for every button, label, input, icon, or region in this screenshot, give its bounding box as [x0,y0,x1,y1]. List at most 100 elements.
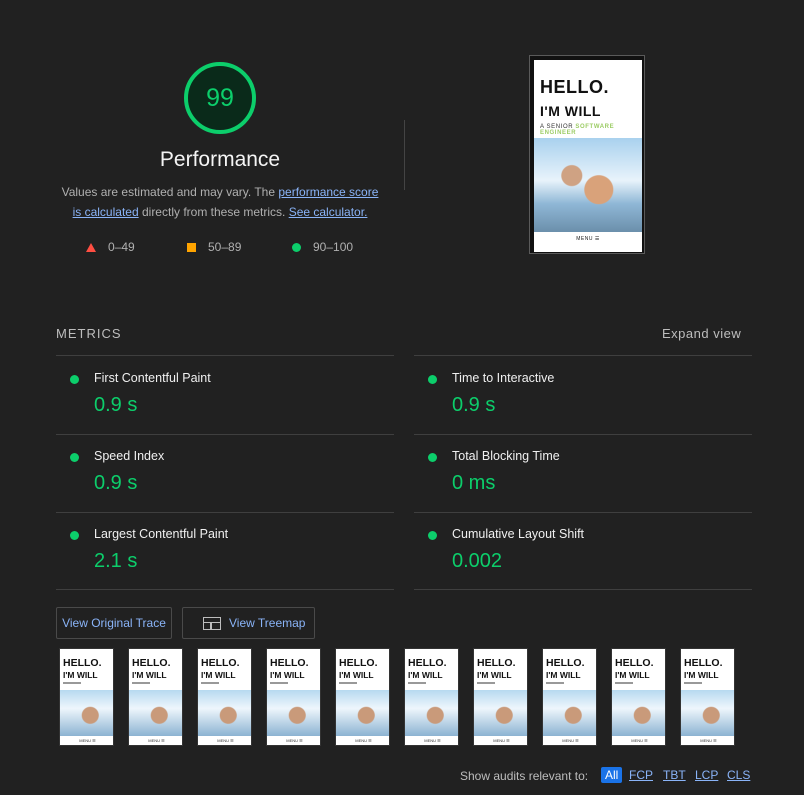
filter-chip-fcp[interactable]: FCP [629,768,653,782]
frame-photo [267,690,320,736]
frame-photo [681,690,734,736]
pass-icon [428,531,437,540]
legend-average: 50–89 [187,240,241,254]
filter-chip-all[interactable]: All [601,767,623,783]
metric-value: 0.9 s [452,394,496,416]
metric-value: 2.1 s [94,550,138,572]
legend-pass-range: 90–100 [313,240,354,254]
performance-title: Performance [159,148,281,171]
metric-speed-index: Speed Index 0.9 s [56,434,386,512]
frame-photo [198,690,251,736]
view-treemap-button[interactable]: View Treemap [182,607,315,639]
frame-photo [474,690,527,736]
frame-tagline [684,682,702,684]
frame-tagline [546,682,564,684]
frame-heading: HELLO. [477,657,516,669]
legend-fail: 0–49 [86,240,135,254]
metric-cls: Cumulative Layout Shift 0.002 [414,512,744,590]
frame-menu: MENU ☰ [631,738,648,743]
metric-tbt: Total Blocking Time 0 ms [414,434,744,512]
filmstrip-frame: HELLO. I'M WILL MENU ☰ [473,648,528,746]
circle-icon [292,242,301,252]
filmstrip-frame: HELLO. I'M WILL MENU ☰ [542,648,597,746]
frame-heading: HELLO. [339,657,378,669]
frame-photo [129,690,182,736]
frame-tagline [477,682,495,684]
frame-subheading: I'M WILL [201,670,236,680]
metric-lcp: Largest Contentful Paint 2.1 s [56,512,386,590]
metric-label: Speed Index [94,449,165,463]
filmstrip: HELLO. I'M WILL MENU ☰ HELLO. I'M WILL MENU ☰… [59,648,735,746]
frame-tagline [201,682,219,684]
filter-chip-lcp[interactable]: LCP [695,768,718,782]
frame-subheading: I'M WILL [408,670,443,680]
treemap-icon [203,616,221,630]
metric-tti: Time to Interactive 0.9 s [414,356,744,434]
frame-subheading: I'M WILL [615,670,650,680]
view-original-trace-button[interactable]: View Original Trace [56,607,172,639]
filter-chip-cls[interactable]: CLS [727,768,750,782]
divider [56,589,394,590]
frame-tagline [339,682,357,684]
pass-icon [70,375,79,384]
pass-icon [70,453,79,462]
frame-subheading: I'M WILL [684,670,719,680]
frame-menu: MENU ☰ [355,738,372,743]
frame-heading: HELLO. [546,657,585,669]
frame-heading: HELLO. [270,657,309,669]
legend-average-range: 50–89 [208,240,242,254]
metric-value: 0 ms [452,472,496,494]
filmstrip-frame: HELLO. I'M WILL MENU ☰ [335,648,390,746]
filter-chip-tbt[interactable]: TBT [663,768,686,782]
final-screenshot[interactable]: HELLO. I'M WILL A SENIOR SOFTWARE ENGINE… [534,60,642,252]
frame-tagline [132,682,150,684]
frame-menu: MENU ☰ [79,738,96,743]
triangle-icon [86,242,96,252]
screenshot-heading: HELLO. [540,77,609,97]
frame-photo [612,690,665,736]
audits-filter-label: Show audits relevant to: [460,769,589,783]
frame-photo [60,690,113,736]
metric-value: 0.9 s [94,394,138,416]
frame-heading: HELLO. [132,657,171,669]
metric-label: Largest Contentful Paint [94,527,229,541]
frame-menu: MENU ☰ [424,738,441,743]
frame-heading: HELLO. [615,657,654,669]
filmstrip-frame: HELLO. I'M WILL MENU ☰ [680,648,735,746]
metric-label: First Contentful Paint [94,371,211,385]
frame-subheading: I'M WILL [546,670,581,680]
legend-pass: 90–100 [292,240,353,254]
frame-menu: MENU ☰ [148,738,165,743]
metric-label: Total Blocking Time [452,449,560,463]
frame-tagline [270,682,288,684]
metric-label: Time to Interactive [452,371,555,385]
filmstrip-frame: HELLO. I'M WILL MENU ☰ [266,648,321,746]
frame-subheading: I'M WILL [477,670,512,680]
button-label: View Treemap [229,616,306,630]
see-calculator-link[interactable]: See calculator. [289,205,368,219]
frame-tagline [408,682,426,684]
desc-middle: directly from these metrics. [138,205,289,219]
pass-icon [428,453,437,462]
frame-heading: HELLO. [63,657,102,669]
metric-label: Cumulative Layout Shift [452,527,585,541]
screenshot-menu: MENU ☰ [576,236,600,242]
metric-value: 0.9 s [94,472,138,494]
frame-tagline [615,682,633,684]
frame-subheading: I'M WILL [132,670,167,680]
performance-description: Values are estimated and may vary. The p… [56,182,384,222]
square-icon [187,242,196,252]
expand-view-toggle[interactable]: Expand view [662,326,741,341]
screenshot-tagline: A SENIOR SOFTWARE ENGINEER [540,124,642,136]
frame-subheading: I'M WILL [270,670,305,680]
pass-icon [70,531,79,540]
metric-value: 0.002 [452,550,503,572]
desc-prefix: Values are estimated and may vary. The [61,185,279,199]
filmstrip-frame: HELLO. I'M WILL MENU ☰ [128,648,183,746]
button-label: View Original Trace [62,616,166,630]
pass-icon [428,375,437,384]
frame-subheading: I'M WILL [339,670,374,680]
frame-photo [543,690,596,736]
screenshot-subheading: I'M WILL [540,103,601,119]
metric-fcp: First Contentful Paint 0.9 s [56,356,386,434]
